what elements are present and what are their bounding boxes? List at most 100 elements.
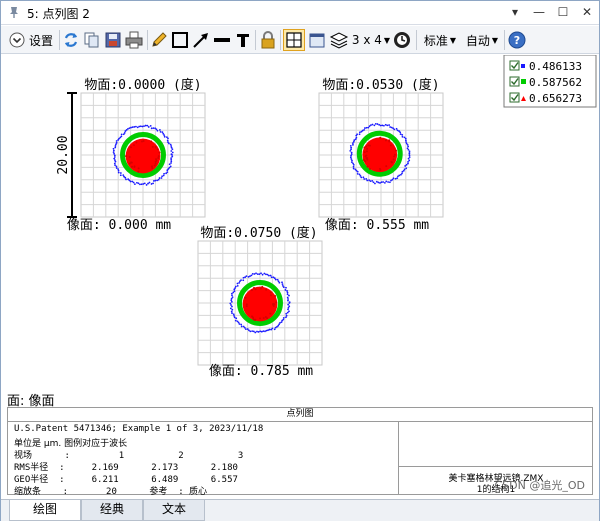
spot-point-blue bbox=[356, 133, 359, 136]
spot-point-blue bbox=[113, 156, 116, 158]
spot-point-red bbox=[245, 303, 248, 306]
spot-point-blue bbox=[115, 140, 118, 142]
spot-point-blue bbox=[408, 159, 411, 162]
tab-classic[interactable]: 经典 bbox=[81, 500, 143, 521]
pencil-button[interactable] bbox=[149, 29, 169, 51]
spot-point-blue bbox=[371, 123, 374, 126]
spot-point-blue bbox=[117, 169, 120, 172]
spot-point-red bbox=[154, 162, 157, 165]
spot-point-red bbox=[130, 165, 133, 168]
chevron-down-icon bbox=[9, 32, 25, 48]
layout-dropdown[interactable]: 3 x 4 ▼ bbox=[351, 29, 391, 51]
spot-point-red bbox=[150, 165, 153, 168]
help-button[interactable]: ? bbox=[507, 29, 527, 51]
window-icon bbox=[309, 33, 325, 48]
spot-point-blue bbox=[383, 181, 386, 184]
spot-point-blue bbox=[159, 130, 162, 133]
spot-point-blue bbox=[167, 137, 169, 140]
info-divider bbox=[399, 466, 593, 467]
spot-point-blue bbox=[163, 135, 166, 138]
spot-point-blue bbox=[139, 183, 141, 186]
copy-button[interactable] bbox=[82, 29, 102, 51]
help-icon: ? bbox=[508, 31, 526, 49]
spot-point-red bbox=[135, 141, 138, 144]
spot-point-red bbox=[158, 151, 161, 154]
settings-button[interactable]: 设置 bbox=[5, 29, 57, 51]
text-button[interactable] bbox=[233, 29, 253, 51]
layers-button[interactable] bbox=[329, 29, 349, 51]
spot-point-blue bbox=[259, 330, 262, 333]
tab-text[interactable]: 文本 bbox=[143, 500, 205, 521]
spot-point-blue bbox=[389, 126, 392, 128]
spot-point-blue bbox=[285, 286, 287, 289]
spot-point-blue bbox=[363, 178, 366, 180]
spot-point-red bbox=[392, 158, 395, 161]
spot-point-blue bbox=[165, 172, 168, 175]
spot-point-blue bbox=[119, 174, 122, 177]
spot-point-blue bbox=[231, 312, 233, 315]
spot-point-blue bbox=[264, 330, 266, 333]
auto-dropdown[interactable]: 自动 ▼ bbox=[462, 29, 502, 51]
grid-button[interactable] bbox=[283, 29, 305, 51]
spot-point-blue bbox=[240, 279, 242, 281]
spot-point-red bbox=[154, 160, 157, 163]
spot-point-blue bbox=[170, 158, 173, 161]
spot-point-blue bbox=[256, 330, 258, 333]
spot-point-red bbox=[259, 317, 262, 320]
window-menu-button[interactable]: ▾ bbox=[505, 3, 525, 21]
spot-point-red bbox=[150, 140, 153, 143]
lock-icon bbox=[261, 31, 275, 49]
spot-point-red bbox=[366, 165, 369, 168]
spot-point-blue bbox=[170, 153, 173, 156]
lock-button[interactable] bbox=[258, 29, 278, 51]
spot-point-red bbox=[368, 167, 371, 170]
spot-point-blue bbox=[354, 168, 357, 171]
maximize-button[interactable]: ☐ bbox=[553, 3, 573, 21]
save-button[interactable] bbox=[103, 29, 123, 51]
refresh-icon bbox=[64, 33, 78, 47]
spot-point-blue bbox=[373, 124, 376, 127]
spot-point-blue bbox=[407, 162, 409, 165]
spot-point-red bbox=[388, 140, 391, 143]
standard-dropdown[interactable]: 标准 ▼ bbox=[421, 29, 459, 51]
line-button[interactable] bbox=[212, 29, 232, 51]
clock-button[interactable] bbox=[392, 29, 412, 51]
arrow-button[interactable] bbox=[191, 29, 211, 51]
spot-point-blue bbox=[144, 124, 147, 127]
spot-point-red bbox=[137, 170, 140, 173]
spot-point-red bbox=[156, 148, 159, 151]
rectangle-button[interactable] bbox=[170, 29, 190, 51]
spot-point-blue bbox=[408, 150, 411, 153]
spot-point-blue bbox=[397, 175, 399, 178]
spot-point-blue bbox=[238, 281, 241, 284]
spot-point-red bbox=[273, 303, 276, 306]
pin-icon[interactable] bbox=[7, 5, 21, 19]
spot-point-blue bbox=[235, 317, 238, 320]
spot-point-blue bbox=[282, 286, 285, 289]
spot-point-blue bbox=[158, 129, 161, 131]
spot-point-blue bbox=[374, 123, 377, 125]
spot-point-blue bbox=[384, 123, 387, 126]
tab-plot[interactable]: 绘图 bbox=[9, 500, 81, 521]
spot-point-blue bbox=[153, 180, 155, 182]
print-button[interactable] bbox=[124, 29, 144, 51]
spot-point-blue bbox=[399, 133, 402, 136]
spot-point-blue bbox=[115, 165, 118, 168]
spot-point-blue bbox=[127, 178, 130, 181]
spot-point-blue bbox=[390, 179, 392, 182]
spot-point-blue bbox=[161, 131, 164, 134]
spot-point-blue bbox=[119, 172, 122, 174]
spot-point-blue bbox=[113, 152, 115, 155]
spot-point-blue bbox=[120, 133, 123, 136]
refresh-button[interactable] bbox=[61, 29, 81, 51]
minimize-button[interactable]: — bbox=[529, 3, 549, 21]
close-button[interactable]: ✕ bbox=[577, 3, 597, 21]
spot-point-blue bbox=[350, 146, 353, 149]
window-button[interactable] bbox=[307, 29, 327, 51]
spot-point-blue bbox=[371, 179, 374, 182]
spot-point-blue bbox=[114, 144, 117, 147]
spot-point-blue bbox=[123, 132, 126, 134]
spot-point-blue bbox=[171, 151, 174, 154]
spot-point-red bbox=[261, 285, 264, 288]
spot-point-red bbox=[245, 305, 248, 308]
